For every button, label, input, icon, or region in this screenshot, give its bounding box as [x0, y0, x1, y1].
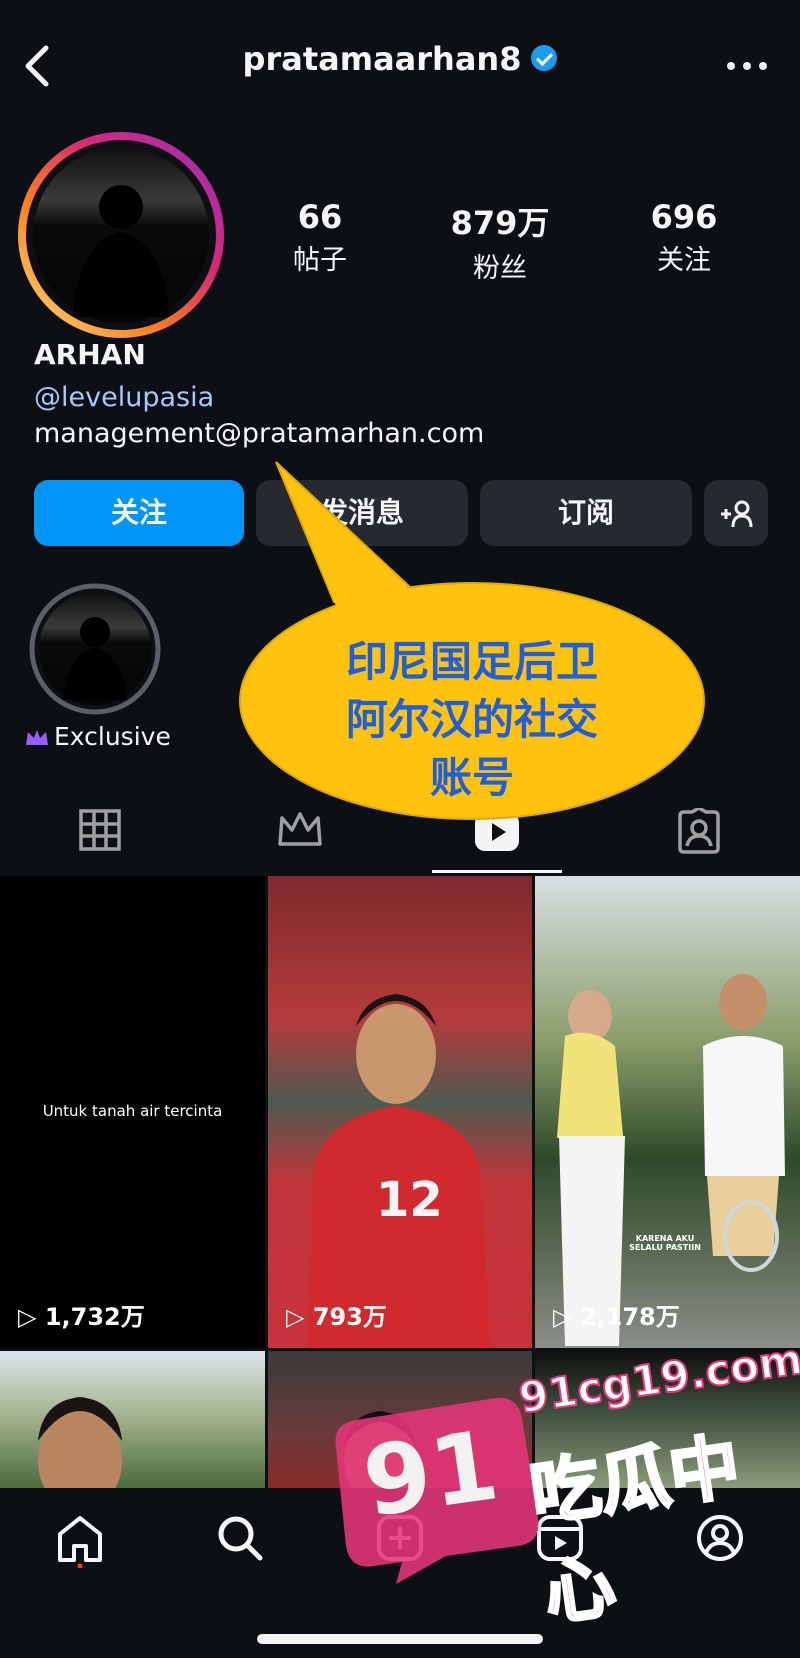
post-overlay-text: Untuk tanah air tercinta [42, 1102, 223, 1120]
active-tab-indicator [432, 870, 562, 873]
view-count-text: 793万 [312, 1303, 387, 1331]
annotation-line-2: 阿尔汉的社交 [345, 695, 598, 744]
post-thumbnail[interactable]: KARENA AKU SELALU PASTIIN ▷ 2,178万 [535, 876, 800, 1348]
add-user-icon [721, 500, 753, 528]
post-thumbnail[interactable]: 12 ▷ 793万 [268, 876, 532, 1348]
follow-button[interactable]: 关注 [34, 480, 244, 546]
play-icon: ▷ [553, 1303, 580, 1331]
username: pratamaarhan8 [242, 40, 522, 78]
view-count: ▷ 793万 [286, 1297, 387, 1332]
stat-value: 66 [297, 198, 343, 236]
stat-posts[interactable]: 66 帖子 [250, 198, 390, 277]
stat-following[interactable]: 696 关注 [614, 198, 754, 277]
view-count: ▷ 2,178万 [553, 1297, 680, 1332]
play-icon: ▷ [18, 1303, 45, 1331]
view-count: ▷ 1,732万 [18, 1297, 145, 1332]
post-thumbnail[interactable]: Untuk tanah air tercinta ▷ 1,732万 [0, 876, 265, 1348]
stat-label: 关注 [657, 245, 711, 276]
play-icon: ▷ [286, 1303, 313, 1331]
grid-icon [79, 809, 121, 851]
profile-name: ARHAN [34, 338, 146, 371]
profile-link[interactable]: @levelupasia [34, 382, 214, 413]
annotation-callout: 印尼国足后卫 阿尔汉的社交 账号 [226, 456, 718, 826]
story-highlight[interactable] [28, 582, 162, 716]
profile-username-header: pratamaarhan8 [0, 40, 800, 78]
post-caption: KARENA AKU SELALU PASTIIN [629, 1234, 701, 1252]
stat-label: 粉丝 [473, 253, 527, 284]
more-options-button[interactable] [722, 56, 772, 76]
svg-text:12: 12 [376, 1172, 443, 1228]
verified-badge-icon [531, 45, 558, 71]
nav-search[interactable] [216, 1514, 264, 1562]
highlight-label: Exclusive [24, 722, 171, 751]
tab-posts[interactable] [78, 808, 122, 852]
highlight-label-text: Exclusive [54, 722, 171, 751]
annotation-line-1: 印尼国足后卫 [345, 637, 598, 686]
stat-label: 帖子 [293, 245, 347, 276]
stat-value: 696 [650, 198, 718, 236]
view-count-text: 2,178万 [579, 1303, 680, 1331]
profile-email[interactable]: management@pratamarhan.com [34, 418, 484, 449]
home-indicator [257, 1634, 543, 1644]
annotation-line-3: 账号 [429, 753, 514, 802]
view-count-text: 1,732万 [44, 1303, 145, 1331]
avatar[interactable] [18, 132, 224, 338]
crown-icon [26, 730, 48, 745]
watermark: 91cg19.com 91 吃瓜中心 [326, 1333, 800, 1637]
more-horizontal-icon [727, 62, 767, 70]
home-icon [58, 1516, 102, 1569]
nav-home[interactable] [56, 1514, 104, 1569]
stat-followers[interactable]: 879万 粉丝 [430, 198, 570, 285]
watermark-number: 91 [356, 1409, 505, 1539]
search-icon [218, 1516, 263, 1561]
watermark-text: 吃瓜中心 [524, 1423, 746, 1636]
post-thumbnail[interactable] [0, 1351, 265, 1488]
stat-value: 879万 [450, 204, 550, 242]
